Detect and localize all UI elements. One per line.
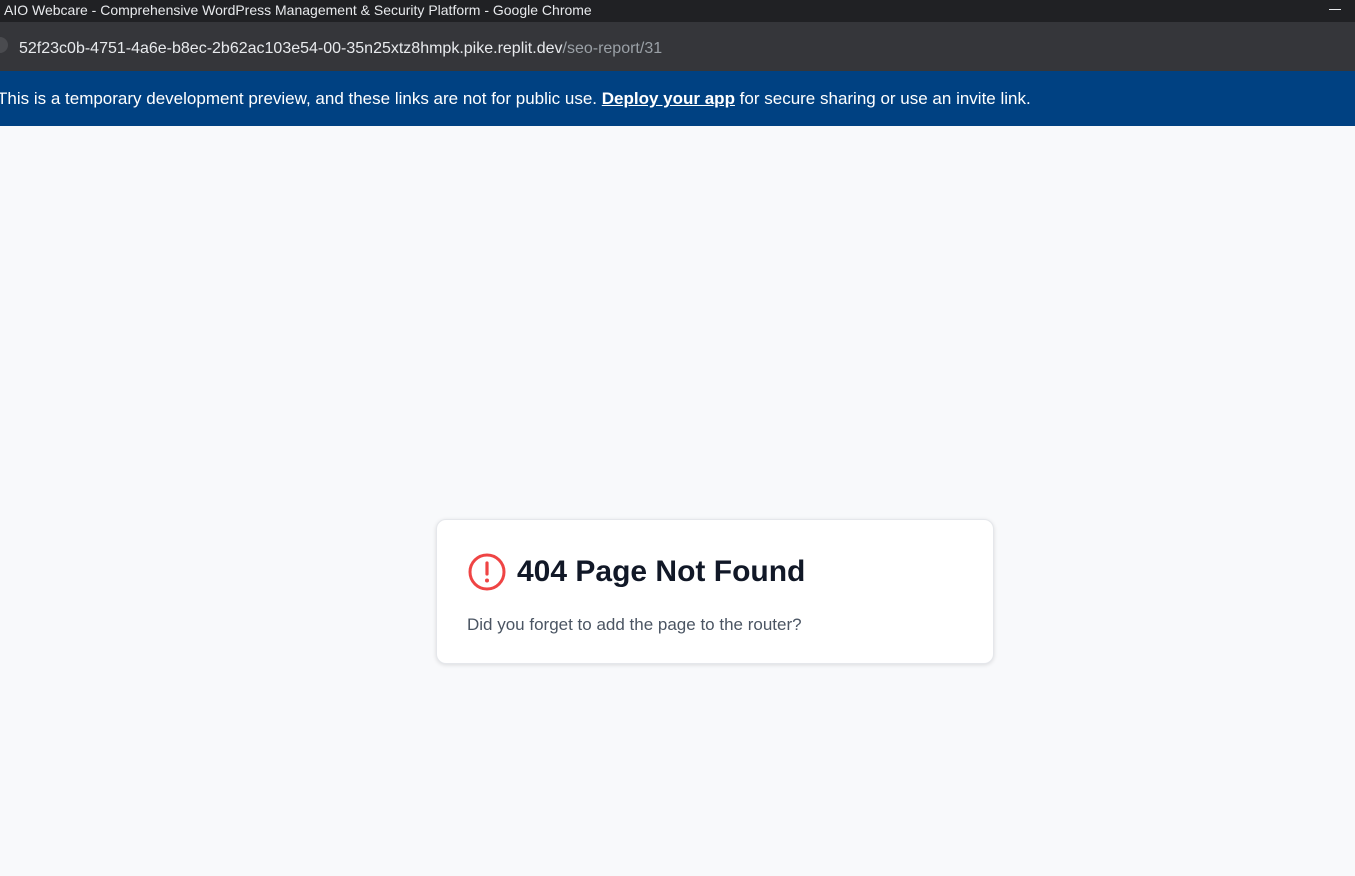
url-path: /seo-report/31 <box>562 40 663 57</box>
banner-text-after: for secure sharing or use an invite link… <box>734 89 1031 108</box>
error-description: Did you forget to add the page to the ro… <box>467 615 802 634</box>
page-title: 404 Page Not Found <box>517 555 806 588</box>
alert-circle-icon <box>468 553 506 591</box>
site-info-icon[interactable] <box>0 37 8 53</box>
address-bar[interactable]: 52f23c0b-4751-4a6e-b8ec-2b62ac103e54-00-… <box>0 22 1355 71</box>
banner-text-before: This is a temporary development preview,… <box>0 89 602 108</box>
deploy-app-link[interactable]: Deploy your app <box>602 89 735 108</box>
not-found-card: 404 Page Not Found Did you forget to add… <box>436 519 994 664</box>
url-text[interactable]: 52f23c0b-4751-4a6e-b8ec-2b62ac103e54-00-… <box>19 39 662 59</box>
url-host: 52f23c0b-4751-4a6e-b8ec-2b62ac103e54-00-… <box>19 40 563 57</box>
window-title: AIO Webcare - Comprehensive WordPress Ma… <box>4 2 592 18</box>
minimize-icon[interactable] <box>1329 9 1341 10</box>
browser-titlebar: AIO Webcare - Comprehensive WordPress Ma… <box>0 0 1355 22</box>
dev-preview-banner: This is a temporary development preview,… <box>0 71 1355 126</box>
banner-message: This is a temporary development preview,… <box>0 71 1031 126</box>
